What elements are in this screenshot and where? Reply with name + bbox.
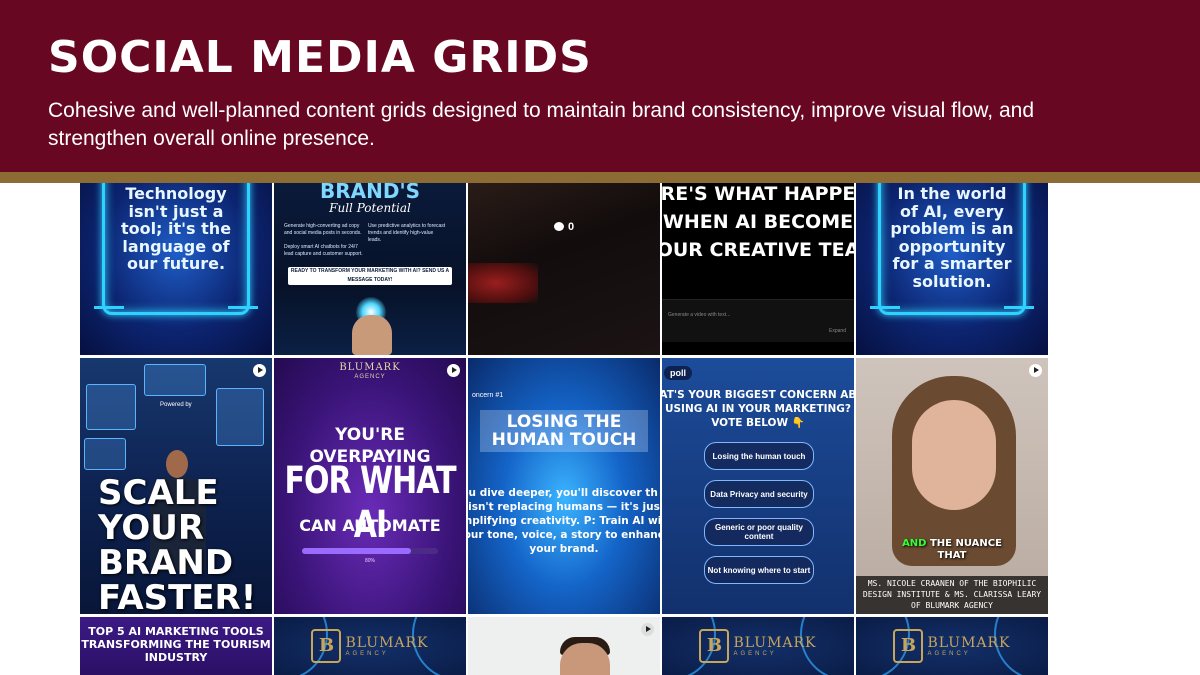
tile-headline-line: CAN AUTOMATE [299,516,441,535]
poll-option: Losing the human touch [704,442,814,470]
grid-tile-man-video[interactable] [468,617,660,675]
car-image [468,263,538,303]
tile-tag: oncern #1 [472,392,504,399]
progress-fill [302,548,411,554]
hand-image [352,315,392,355]
logo-name: BLUMARK [927,634,1011,651]
grid-tile-scale-your-brand[interactable]: Powered by SCALE YOUR BRAND FASTER! [80,358,272,614]
caption-highlight: AND [902,538,927,549]
reel-icon [1029,364,1042,377]
grid-tile-brand-potential[interactable]: BRAND'S Full Potential Generate high-con… [274,183,466,355]
page-subtitle: Cohesive and well-planned content grids … [48,99,1035,150]
dashboard-panel [86,384,136,430]
video-caption: THAT [937,550,967,561]
grid-tile-interview-video[interactable]: AND THE NUANCE THAT MS. NICOLE CRAANEN O… [856,358,1048,614]
neon-accent [94,306,124,309]
grid-tile-blumark-logo[interactable]: B BLUMARK AGENCY [274,617,466,675]
grid-tile-technology-quote[interactable]: Technology isn't just a tool; it's the l… [80,183,272,355]
logo-subtitle: AGENCY [345,650,389,657]
blumark-logo: B BLUMARK AGENCY [856,629,1048,663]
neon-accent [228,306,258,309]
grid-tile-overpaying-ai[interactable]: BLUMARK AGENCY YOU'RE OVERPAYING FOR WHA… [274,358,466,614]
grid-tile-ai-problem-quote[interactable]: In the world of AI, every problem is an … [856,183,1048,355]
poll-option: Data Privacy and security [704,480,814,508]
tile-bullets: Generate high-converting ad copy and soc… [284,223,456,258]
tile-quote: In the world of AI, every problem is an … [890,184,1014,291]
logo-name: BLUMARK [345,634,429,651]
dashboard-panel [144,364,206,396]
grid-tile-car-photo[interactable]: 0 [468,183,660,355]
tile-heading: BRAND'S [320,183,420,203]
prompt-hint: Generate a video with text... [668,312,731,318]
tile-headline-line: OUR CREATIVE TEA [662,239,854,261]
logo-mark-icon: B [699,629,730,663]
video-prompt-bar: Generate a video with text... Expand [662,299,854,342]
poll-option: Not knowing where to start [704,556,814,584]
comment-count: 0 [554,221,574,233]
reel-icon [447,364,460,377]
progress-label: 80% [364,558,375,564]
poll-question: HAT'S YOUR BIGGEST CONCERN ABO USING AI … [662,389,854,429]
header-banner: SOCIAL MEDIA GRIDS Cohesive and well-pla… [0,0,1200,172]
header-divider [0,172,1200,183]
reel-icon [253,364,266,377]
bullet-item: Generate high-converting ad copy and soc… [284,223,362,236]
speaker-names: MS. NICOLE CRAANEN OF THE BIOPHILIC DESI… [856,576,1048,614]
neon-accent [1004,306,1034,309]
tile-quote: Technology isn't just a tool; it's the l… [120,184,232,273]
tile-headline-line: RE'S WHAT HAPPE [662,183,854,205]
grid-tile-blumark-logo[interactable]: B BLUMARK AGENCY [856,617,1048,675]
bullet-item: Deploy smart AI chatbots for 24/7 lead c… [284,244,363,257]
tile-headline: SCALE YOUR BRAND FASTER! [98,473,257,615]
tile-cta: READY TO TRANSFORM YOUR MARKETING WITH A… [288,267,452,285]
tile-body: you dive deeper, you'll discover th AI i… [468,487,660,555]
bullet-item: Use predictive analytics to forecast tre… [367,223,446,243]
video-caption: AND THE NUANCE [856,538,1048,549]
blumark-logo: B BLUMARK AGENCY [662,629,854,663]
tile-headline-line: WHEN AI BECOME [662,211,854,233]
expand-label: Expand [829,328,846,334]
neon-accent [870,306,900,309]
social-media-grid: Technology isn't just a tool; it's the l… [80,183,1048,675]
caption-text: THE NUANCE [929,538,1002,549]
dashboard-panel [84,438,126,470]
speaker-image [560,643,610,675]
brand-name: BLUMARK [339,362,401,373]
dashboard-panel [216,388,264,446]
logo-mark-icon: B [893,629,924,663]
grid-tile-ai-creative-team[interactable]: RE'S WHAT HAPPE WHEN AI BECOME OUR CREAT… [662,183,854,355]
tile-headline: TOP 5 AI MARKETING TOOLS TRANSFORMING TH… [81,625,271,664]
comment-bubble-icon [554,222,564,231]
logo-subtitle: AGENCY [733,650,777,657]
reel-icon [641,623,654,636]
logo-mark-icon: B [311,629,342,663]
logo-name: BLUMARK [733,634,817,651]
grid-tile-losing-human-touch[interactable]: oncern #1 LOSING THE HUMAN TOUCH you div… [468,358,660,614]
grid-tile-blumark-logo[interactable]: B BLUMARK AGENCY [662,617,854,675]
speaker-face [912,400,996,510]
brand-subtitle: AGENCY [354,374,386,380]
powered-by-label: Powered by [160,402,192,408]
grid-tile-top5-tools[interactable]: TOP 5 AI MARKETING TOOLS TRANSFORMING TH… [80,617,272,675]
poll-badge: poll [664,366,692,380]
grid-tile-ai-concern-poll[interactable]: poll HAT'S YOUR BIGGEST CONCERN ABO USIN… [662,358,854,614]
poll-option: Generic or poor quality content [704,518,814,546]
tile-script-heading: Full Potential [329,201,411,215]
logo-subtitle: AGENCY [927,650,971,657]
page-title: SOCIAL MEDIA GRIDS [48,32,592,83]
progress-bar [302,548,438,554]
blumark-logo: B BLUMARK AGENCY [274,629,466,663]
tile-headline: LOSING THE HUMAN TOUCH [480,410,648,452]
comment-count-value: 0 [568,221,575,233]
